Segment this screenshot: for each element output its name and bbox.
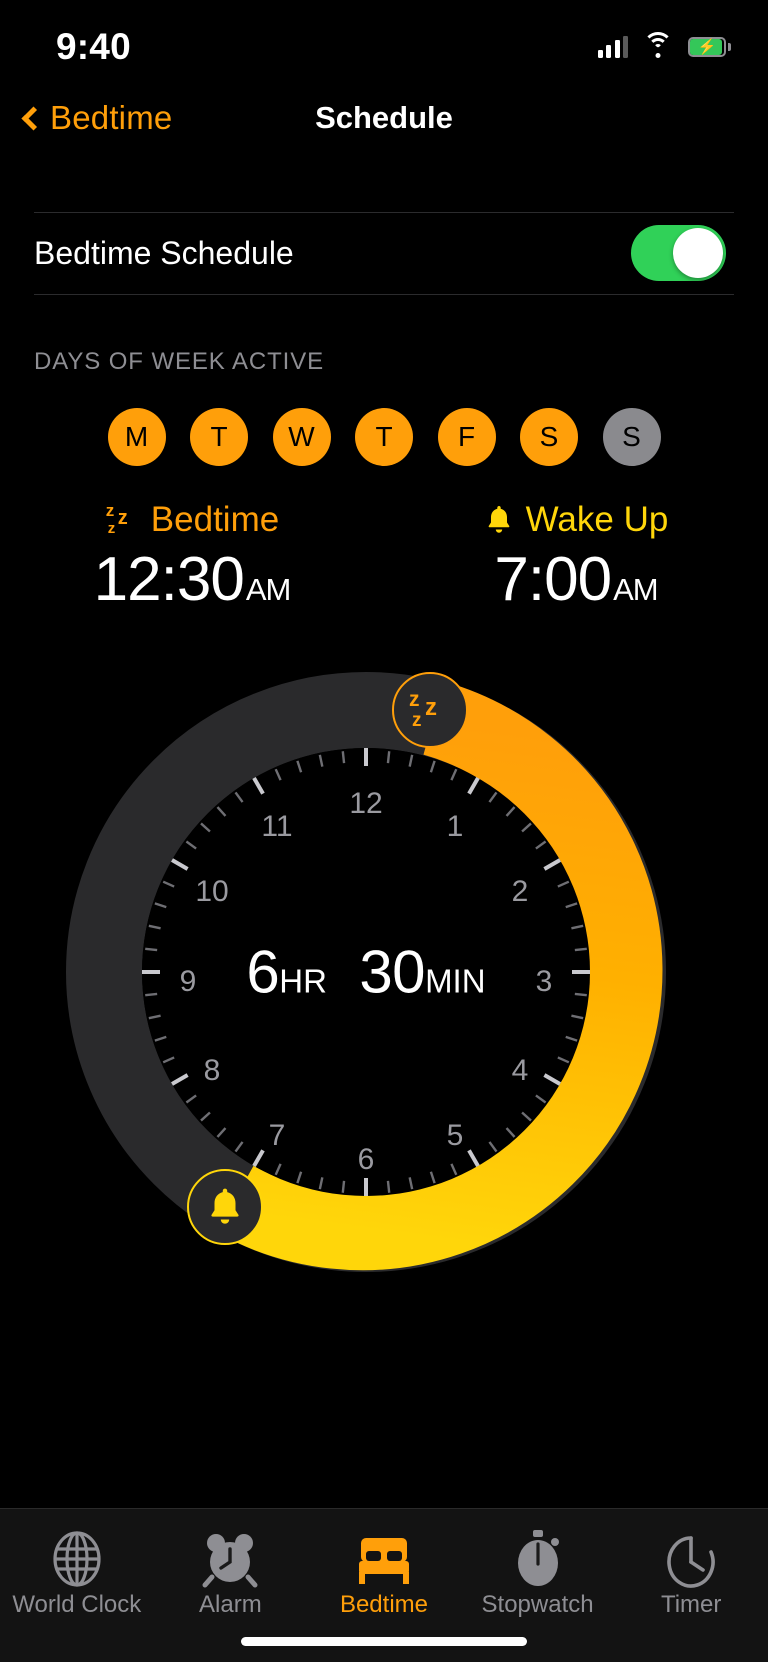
day-toggle-saturday[interactable]: S <box>520 408 578 466</box>
status-bar-clock: 9:40 <box>56 26 131 67</box>
svg-text:7: 7 <box>269 1119 286 1152</box>
duration-minutes-unit: MIN <box>425 962 486 1000</box>
battery-charging-icon: ⚡ <box>688 37 731 57</box>
bedtime-label: Bedtime <box>150 500 280 539</box>
svg-text:6: 6 <box>358 1143 375 1176</box>
stopwatch-icon <box>510 1529 566 1589</box>
zzz-icon: zzz <box>409 688 437 731</box>
bedtime-schedule-screen: 9:40 ⚡ Bedtime Schedule Bedtime Schedule <box>0 0 768 1662</box>
wifi-icon <box>643 32 673 58</box>
duration-minutes: 30 <box>359 938 426 1006</box>
bedtime-value: 12:30 AM <box>93 544 292 615</box>
svg-text:12: 12 <box>349 787 382 820</box>
status-bar: 9:40 ⚡ <box>0 0 768 78</box>
tab-timer[interactable]: Timer <box>614 1509 768 1662</box>
bedtime-schedule-toggle[interactable] <box>631 225 726 281</box>
svg-text:5: 5 <box>447 1119 464 1152</box>
sleep-dial[interactable]: 12 1 2 3 4 5 6 7 8 9 10 11 6HR 30MIN zzz <box>56 662 676 1282</box>
bedtime-ampm: AM <box>245 572 291 607</box>
toggle-knob <box>673 228 723 278</box>
bedtime-heading: zzz Bedtime <box>105 500 279 540</box>
tab-label-world-clock: World Clock <box>12 1591 142 1618</box>
duration-hours-unit: HR <box>279 962 327 1000</box>
day-toggle-wednesday[interactable]: W <box>272 408 331 466</box>
bedtime-schedule-row[interactable]: Bedtime Schedule <box>0 212 768 294</box>
times-summary: zzz Bedtime 12:30 AM Wake Up 7:00 AM <box>0 500 768 615</box>
home-indicator[interactable] <box>241 1637 527 1646</box>
wakeup-ampm: AM <box>613 572 658 607</box>
bedtime-time: 12:30 <box>93 545 245 614</box>
bedtime-summary[interactable]: zzz Bedtime 12:30 AM <box>0 500 384 615</box>
day-toggle-friday[interactable]: F <box>437 408 496 466</box>
wakeup-label: Wake Up <box>525 500 669 539</box>
tab-label-alarm: Alarm <box>199 1591 262 1618</box>
days-of-week-header: DAYS OF WEEK ACTIVE <box>34 348 325 375</box>
globe-icon <box>50 1529 104 1589</box>
day-toggle-thursday[interactable]: T <box>355 408 413 466</box>
duration-hours: 6 <box>246 938 280 1006</box>
day-toggle-monday[interactable]: M <box>107 408 166 466</box>
bed-icon <box>355 1529 413 1589</box>
days-of-week-row: M T W T F S S <box>0 408 768 466</box>
wakeup-summary[interactable]: Wake Up 7:00 AM <box>384 500 768 615</box>
wakeup-time: 7:00 <box>494 545 612 614</box>
wakeup-handle[interactable] <box>187 1169 263 1245</box>
wakeup-heading: Wake Up <box>484 500 669 540</box>
page-title: Schedule <box>315 100 453 135</box>
tab-label-bedtime: Bedtime <box>339 1591 428 1618</box>
day-toggle-sunday[interactable]: S <box>602 408 661 466</box>
zzz-icon: zzz <box>105 501 128 537</box>
bell-icon <box>484 504 514 536</box>
status-bar-indicators: ⚡ <box>597 32 731 58</box>
svg-text:11: 11 <box>261 810 292 843</box>
bell-icon <box>211 1188 239 1224</box>
timer-icon <box>663 1529 719 1589</box>
wakeup-value: 7:00 AM <box>494 544 658 615</box>
tab-label-stopwatch: Stopwatch <box>481 1591 594 1618</box>
svg-text:10: 10 <box>195 875 228 908</box>
cellular-signal-icon <box>597 36 628 58</box>
navigation-bar: Bedtime Schedule <box>0 78 768 158</box>
svg-text:1: 1 <box>447 810 464 843</box>
alarm-icon <box>201 1529 259 1589</box>
svg-text:2: 2 <box>512 875 529 908</box>
svg-text:8: 8 <box>204 1054 221 1087</box>
svg-text:4: 4 <box>512 1054 529 1087</box>
tab-label-timer: Timer <box>660 1591 722 1618</box>
divider-bottom <box>34 294 734 295</box>
bedtime-handle[interactable]: zzz <box>392 672 468 748</box>
tab-world-clock[interactable]: World Clock <box>0 1509 154 1662</box>
day-toggle-tuesday[interactable]: T <box>190 408 248 466</box>
sleep-duration-readout: 6HR 30MIN <box>56 938 676 1007</box>
bedtime-schedule-label: Bedtime Schedule <box>34 234 294 271</box>
